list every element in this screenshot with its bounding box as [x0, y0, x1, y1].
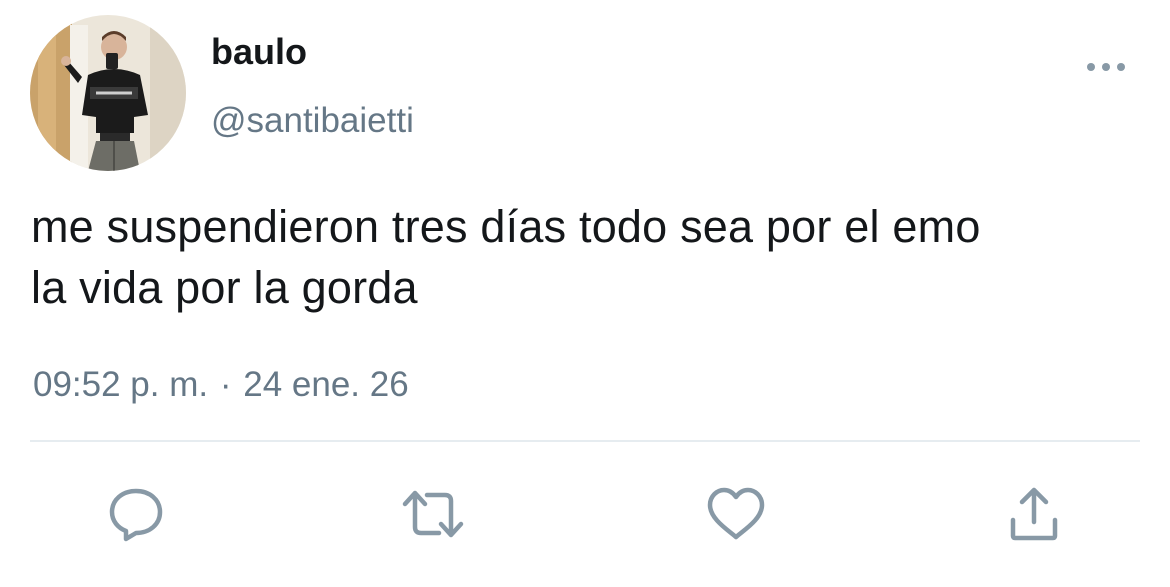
tweet-text: me suspendieron tres días todo sea por e…	[31, 201, 981, 313]
tweet-card: baulo @santibaietti me suspendieron tres…	[0, 0, 1170, 587]
tweet-time: 09:52 p. m.	[33, 365, 209, 404]
avatar[interactable]	[30, 15, 186, 171]
divider	[30, 440, 1140, 442]
user-handle[interactable]: @santibaietti	[211, 100, 414, 142]
more-icon	[1087, 63, 1125, 71]
more-options-button[interactable]	[1080, 52, 1132, 82]
avatar-image	[30, 15, 186, 171]
tweet-timestamp[interactable]: 09:52 p. m. · 24 ene. 26	[33, 364, 409, 406]
like-button[interactable]	[704, 482, 768, 546]
retweet-icon	[402, 490, 464, 538]
tweet-date: 24 ene. 26	[243, 365, 409, 404]
retweet-button[interactable]	[401, 482, 465, 546]
reply-button[interactable]	[104, 482, 168, 546]
display-name[interactable]: baulo	[211, 30, 307, 74]
timestamp-separator: ·	[219, 365, 232, 404]
reply-icon	[109, 488, 163, 542]
share-icon	[1010, 487, 1058, 541]
heart-icon	[707, 487, 765, 540]
share-button[interactable]	[1002, 482, 1066, 546]
